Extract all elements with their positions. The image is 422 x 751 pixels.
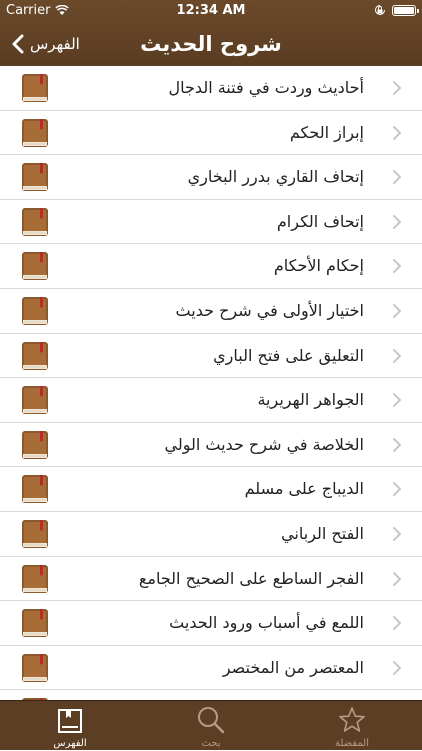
list-item[interactable]: أحاديث وردت في فتنة الدجال	[0, 66, 422, 111]
book-cover-icon	[22, 519, 48, 548]
chevron-right-icon	[393, 214, 401, 229]
chevron-right-icon	[393, 259, 401, 274]
list-item-label: اللمع في أسباب ورود الحديث	[169, 613, 364, 633]
list-item-label: الفجر الساطع على الصحيح الجامع	[138, 568, 364, 588]
book-cover-icon	[22, 564, 48, 593]
book-cover-icon	[22, 296, 48, 325]
book-cover-icon	[22, 252, 48, 281]
star-icon	[339, 707, 365, 732]
tab-search-label: بحث	[201, 738, 221, 749]
book-cover-icon	[22, 163, 48, 192]
chevron-left-icon	[12, 34, 24, 54]
book-cover-icon	[22, 430, 48, 459]
chevron-right-icon	[393, 348, 401, 363]
list-item[interactable]: الجواهر الهريرية	[0, 378, 422, 423]
list-item-label: الفتح الرباني	[281, 523, 364, 543]
list-item[interactable]: الفجر الساطع على الصحيح الجامع	[0, 557, 422, 602]
status-right	[374, 4, 419, 16]
back-label: الفهرس	[30, 35, 80, 53]
book-cover-icon	[22, 386, 48, 415]
header: Carrier 12:34 AM شروح الحديث الفهرس	[0, 0, 422, 66]
chevron-right-icon	[393, 125, 401, 140]
list-item-label: أحاديث وردت في فتنة الدجال	[168, 78, 364, 97]
tab-search[interactable]: بحث	[141, 701, 281, 751]
back-button[interactable]: الفهرس	[12, 34, 80, 54]
book-list: أحاديث وردت في فتنة الدجال إبراز الحكم إتح…	[0, 66, 422, 700]
tab-index[interactable]: الفهرس	[0, 701, 140, 751]
chevron-right-icon	[393, 571, 401, 586]
list-item-label: الديباج على مسلم	[244, 479, 364, 499]
list-item[interactable]: إحكام الأحكام	[0, 244, 422, 289]
search-icon	[198, 707, 225, 734]
list-item[interactable]: المعتصر من المختصر	[0, 646, 422, 691]
list-item[interactable]: الفتح الرباني	[0, 512, 422, 557]
status-time: 12:34 AM	[176, 3, 246, 18]
list-item-label: الجواهر الهريرية	[257, 390, 364, 410]
book-cover-icon	[22, 118, 48, 147]
list-item[interactable]: إبراز الحكم	[0, 111, 422, 156]
list-item[interactable]: اختيار الأولى في شرح حديث	[0, 289, 422, 334]
book-icon	[58, 709, 82, 733]
tab-favorites-label: المفضلة	[334, 738, 369, 749]
chevron-right-icon	[393, 437, 401, 452]
chevron-right-icon	[393, 660, 401, 675]
tab-favorites[interactable]: المفضلة	[282, 701, 422, 751]
list-item[interactable]: التعليق على فتح الباري	[0, 334, 422, 379]
chevron-right-icon	[393, 393, 401, 408]
chevron-right-icon	[393, 303, 401, 318]
tab-index-label: الفهرس	[53, 738, 87, 749]
list-item[interactable]: الديباج على مسلم	[0, 467, 422, 512]
list-item-label: إبراز الحكم	[289, 122, 364, 142]
list-item-label: اختيار الأولى في شرح حديث	[175, 300, 364, 320]
chevron-right-icon	[393, 482, 401, 497]
list-item-partial[interactable]	[0, 690, 422, 700]
list-item-label: التعليق على فتح الباري	[213, 345, 364, 365]
list-item-label: إتحاف الكرام	[276, 211, 364, 231]
book-cover-icon	[22, 341, 48, 370]
chevron-right-icon	[393, 526, 401, 541]
list-item[interactable]: إتحاف القاري بدرر البخاري	[0, 155, 422, 200]
list-item-label: إحكام الأحكام	[273, 256, 364, 276]
nav-bar: شروح الحديث الفهرس	[0, 22, 422, 66]
tab-bar: الفهرس بحث المفضلة	[0, 700, 422, 750]
book-cover-icon	[22, 74, 48, 102]
orientation-lock-icon	[375, 5, 385, 15]
book-cover-icon	[22, 475, 48, 504]
battery-icon	[392, 4, 419, 16]
status-bar: Carrier 12:34 AM	[0, 0, 422, 22]
list-item-label: إتحاف القاري بدرر البخاري	[187, 167, 364, 187]
book-cover-icon	[22, 207, 48, 236]
list-item[interactable]: اللمع في أسباب ورود الحديث	[0, 601, 422, 646]
chevron-right-icon	[393, 616, 401, 631]
book-cover-icon	[22, 609, 48, 638]
book-cover-icon	[22, 653, 48, 682]
chevron-right-icon	[393, 170, 401, 185]
list-item[interactable]: الخلاصة في شرح حديث الولي	[0, 423, 422, 468]
list-item[interactable]: إتحاف الكرام	[0, 200, 422, 245]
list-item-label: المعتصر من المختصر	[222, 657, 364, 677]
list-item-label: الخلاصة في شرح حديث الولي	[164, 434, 365, 454]
chevron-right-icon	[393, 81, 401, 95]
